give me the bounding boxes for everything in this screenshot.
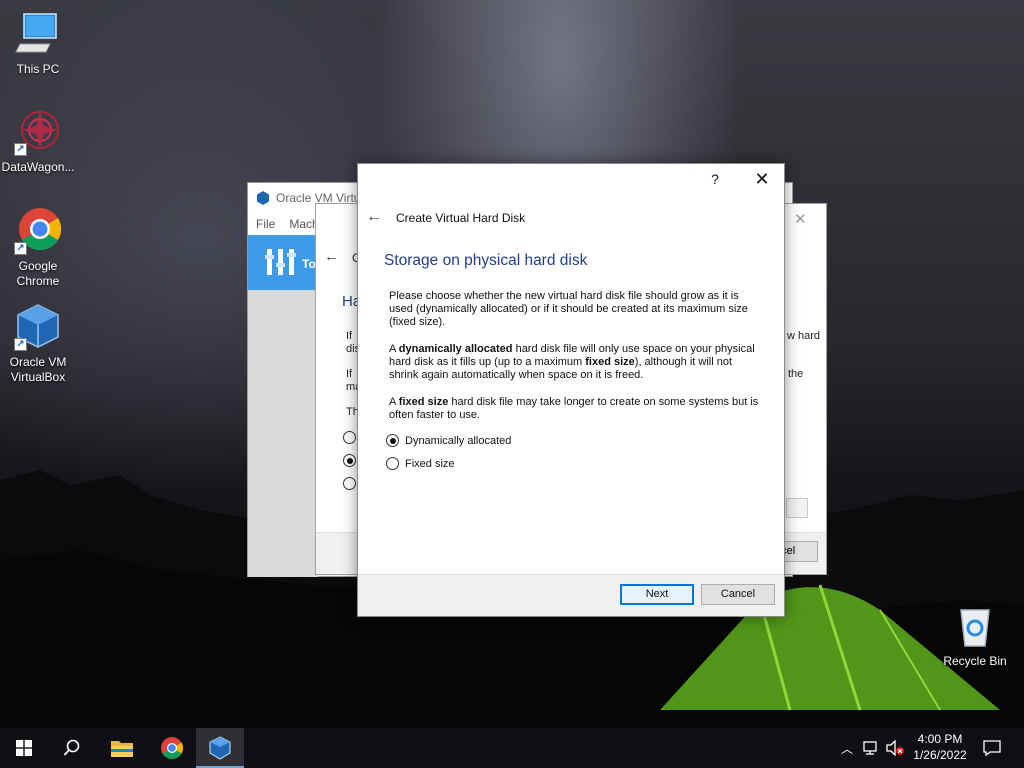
radio-label: Dynamically allocated bbox=[405, 434, 512, 447]
search-icon bbox=[63, 739, 80, 756]
text-fragment: If bbox=[346, 368, 353, 380]
volume-muted-icon bbox=[886, 740, 904, 756]
radio-option[interactable] bbox=[343, 477, 356, 490]
datawagon-icon: ↗ bbox=[14, 108, 62, 156]
close-button[interactable]: ✕ bbox=[739, 164, 785, 194]
system-clock[interactable]: 4:00 PM 1/26/2022 bbox=[905, 731, 975, 763]
radio-label: Fixed size bbox=[405, 457, 455, 470]
tools-icon bbox=[265, 249, 296, 275]
page-heading: Storage on physical hard disk bbox=[384, 252, 588, 269]
shortcut-arrow-icon: ↗ bbox=[14, 242, 27, 255]
clock-time: 4:00 PM bbox=[917, 732, 963, 746]
radio-fixed-size[interactable]: Fixed size bbox=[386, 457, 455, 470]
taskbar-chrome[interactable] bbox=[148, 728, 196, 768]
folder-icon bbox=[111, 741, 133, 757]
desktop-icon-datawagon[interactable]: ↗ DataWagon... bbox=[0, 108, 76, 175]
cancel-button[interactable]: Cancel bbox=[701, 584, 775, 605]
create-virtual-hard-disk-dialog[interactable]: ? ✕ ← Create Virtual Hard Disk Storage o… bbox=[357, 163, 785, 617]
back-arrow-icon[interactable]: ← bbox=[364, 207, 384, 227]
radio-button[interactable] bbox=[386, 457, 399, 470]
network-status[interactable] bbox=[860, 728, 882, 768]
taskbar-virtualbox[interactable] bbox=[196, 728, 244, 768]
tools-label: To bbox=[302, 257, 316, 271]
next-button[interactable]: Next bbox=[620, 584, 694, 605]
chrome-icon: ↗ bbox=[14, 207, 62, 255]
virtualbox-icon: ↗ bbox=[14, 303, 62, 351]
menu-file[interactable]: File bbox=[256, 217, 275, 231]
start-button[interactable] bbox=[0, 728, 48, 768]
back-arrow-icon[interactable]: ← bbox=[324, 248, 339, 265]
dialog-titlebar[interactable]: ? ✕ bbox=[358, 164, 784, 194]
desktop-icon-label: Recycle Bin bbox=[943, 654, 1007, 668]
volume-status[interactable] bbox=[884, 728, 906, 768]
radio-button[interactable] bbox=[386, 434, 399, 447]
show-hidden-icons-button[interactable]: ︿ bbox=[838, 728, 856, 768]
bold-term: dynamically allocated bbox=[398, 343, 513, 355]
desktop-icon-recycle-bin[interactable]: Recycle Bin bbox=[937, 602, 1013, 669]
text-span: A bbox=[389, 396, 399, 408]
action-center-button[interactable] bbox=[978, 728, 1006, 768]
close-icon[interactable]: ✕ bbox=[794, 210, 807, 228]
taskbar: ︿ 4:00 PM 1/26/2022 bbox=[0, 728, 1024, 768]
radio-dynamically-allocated[interactable]: Dynamically allocated bbox=[386, 434, 511, 447]
desktop-icon-label: DataWagon... bbox=[1, 160, 75, 174]
virtualbox-icon bbox=[209, 736, 231, 760]
shortcut-arrow-icon: ↗ bbox=[14, 143, 27, 156]
network-icon bbox=[863, 741, 877, 755]
dynamic-description-paragraph: A dynamically allocated hard disk file w… bbox=[389, 343, 761, 383]
taskbar-file-explorer[interactable] bbox=[98, 728, 146, 768]
desktop-icon-label: This PC bbox=[16, 62, 60, 76]
tools-button[interactable]: To bbox=[248, 235, 318, 290]
desktop-icon-virtualbox[interactable]: ↗ Oracle VM VirtualBox bbox=[0, 303, 76, 385]
folder-browse-icon[interactable] bbox=[786, 498, 808, 518]
dialog-footer: Next Cancel bbox=[358, 574, 784, 616]
machine-list-panel bbox=[248, 290, 318, 577]
fixed-description-paragraph: A fixed size hard disk file may take lon… bbox=[389, 396, 761, 422]
desktop-icon-this-pc[interactable]: This PC bbox=[0, 10, 76, 77]
chrome-icon bbox=[161, 737, 183, 759]
wizard-title: Create Virtual Hard Disk bbox=[396, 211, 526, 225]
help-button[interactable]: ? bbox=[692, 164, 738, 194]
notification-icon bbox=[983, 740, 1001, 756]
text-fragment: w hard bbox=[787, 330, 821, 342]
virtualbox-icon bbox=[257, 191, 269, 205]
bold-term: fixed size bbox=[585, 356, 635, 369]
computer-icon bbox=[14, 10, 62, 58]
desktop-icon-label: Google Chrome bbox=[16, 259, 60, 288]
radio-option[interactable] bbox=[343, 431, 356, 444]
desktop-icon-google-chrome[interactable]: ↗ Google Chrome bbox=[0, 207, 76, 289]
recycle-bin-icon bbox=[951, 602, 999, 650]
windows-logo-icon bbox=[16, 740, 32, 756]
description-paragraph: Please choose whether the new virtual ha… bbox=[389, 290, 748, 329]
bold-term: fixed size bbox=[398, 396, 449, 408]
search-button[interactable] bbox=[48, 728, 96, 768]
desktop-icon-label: Oracle VM VirtualBox bbox=[9, 355, 67, 384]
chevron-up-icon: ︿ bbox=[840, 741, 853, 756]
radio-option[interactable] bbox=[343, 454, 356, 467]
text-span: A bbox=[389, 343, 399, 355]
text-fragment: If bbox=[346, 330, 353, 342]
shortcut-arrow-icon: ↗ bbox=[14, 338, 27, 351]
clock-date: 1/26/2022 bbox=[913, 748, 967, 762]
text-fragment: the bbox=[788, 368, 804, 380]
